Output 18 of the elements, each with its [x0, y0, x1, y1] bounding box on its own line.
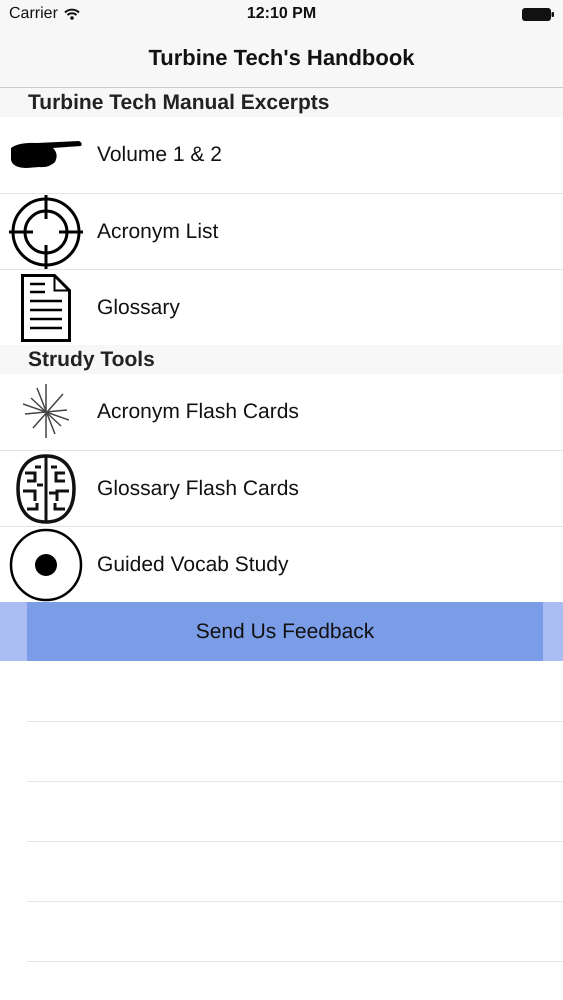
list-row[interactable]: Guided Vocab Study: [0, 526, 563, 602]
list-row[interactable]: Glossary: [0, 269, 563, 345]
starburst-icon: [22, 384, 68, 440]
brain-icon: [14, 452, 76, 524]
status-time: 12:10 PM: [246, 5, 316, 23]
list-row[interactable]: Glossary Flash Cards: [0, 450, 563, 526]
navigation-title: Turbine Tech's Handbook: [148, 44, 414, 70]
target-icon: [8, 528, 82, 602]
document-icon: [20, 274, 70, 342]
carrier-name: Carrier: [9, 5, 58, 23]
section-header: Strudy Tools: [28, 348, 155, 372]
pointing-hand-icon: [8, 140, 82, 170]
wifi-icon: [64, 8, 80, 20]
feedback-button[interactable]: Send Us Feedback: [27, 602, 543, 661]
battery-icon: [522, 8, 554, 20]
crosshair-icon: [8, 194, 84, 270]
section-header: Turbine Tech Manual Excerpts: [28, 90, 330, 114]
list-row[interactable]: Acronym List: [0, 193, 563, 269]
